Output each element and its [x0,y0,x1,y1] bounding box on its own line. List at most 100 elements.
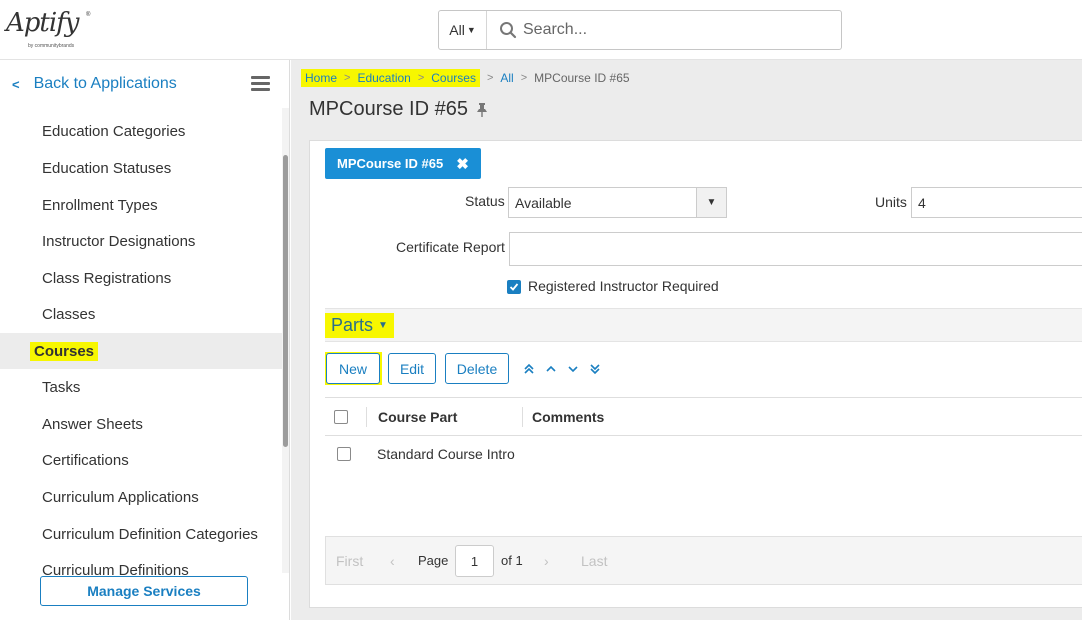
breadcrumb-current: MPCourse ID #65 [534,71,630,85]
breadcrumb-highlight: Home > Education > Courses [301,69,480,87]
chevron-right-icon: > [520,72,528,84]
move-down-icon[interactable] [567,363,579,375]
sidebar-item-label: Certifications [42,451,129,469]
page-title: MPCourse ID #65 [309,98,488,121]
breadcrumb: Home > Education > Courses > All > MPCou… [301,69,630,87]
caret-down-icon: ▼ [466,25,476,35]
status-label: Status [465,193,505,209]
column-divider [366,407,367,427]
chevron-right-icon: > [417,72,425,84]
new-button[interactable]: New [326,353,380,384]
search-input[interactable] [523,17,823,43]
sidebar-item-answer-sheets[interactable]: Answer Sheets [0,406,282,442]
aptify-logo[interactable]: Aptify ® by communitybrands [6,8,96,52]
pager-first[interactable]: First [336,553,363,569]
global-search: All ▼ [438,10,842,50]
sidebar-item-curriculum-applications[interactable]: Curriculum Applications [0,479,282,515]
column-header-course-part[interactable]: Course Part [378,409,457,425]
record-tab[interactable]: MPCourse ID #65 ✖ [325,148,481,179]
breadcrumb-home[interactable]: Home [305,71,337,85]
sidebar-item-label: Curriculum Definitions [42,561,189,578]
sidebar-item-certifications[interactable]: Certifications [0,442,282,478]
chevron-right-icon: > [486,72,494,84]
sidebar-item-instructor-designations[interactable]: Instructor Designations [0,223,282,259]
units-input[interactable]: 4 [911,187,1082,218]
sidebar-item-classes[interactable]: Classes [0,296,282,332]
sidebar-item-education-statuses[interactable]: Education Statuses [0,150,282,186]
manage-services-button[interactable]: Manage Services [40,576,248,606]
search-scope-dropdown[interactable]: All ▼ [439,11,487,49]
sidebar-item-education-categories[interactable]: Education Categories [0,113,282,149]
edit-button[interactable]: Edit [388,353,436,384]
caret-down-icon: ▼ [378,320,388,331]
breadcrumb-education[interactable]: Education [357,71,410,85]
column-divider [522,407,523,427]
search-scope-label: All [449,22,465,38]
page-title-text: MPCourse ID #65 [309,98,468,120]
sidebar-item-label: Classes [42,305,96,323]
caret-down-icon: ▼ [696,188,726,217]
sidebar-scrollbar-thumb[interactable] [283,155,288,447]
sidebar-item-label: Answer Sheets [42,415,143,433]
chevron-left-icon: < [12,76,20,92]
sidebar-nav-list: Education Categories Education Statuses … [0,112,282,577]
parts-toggle[interactable]: Parts ▼ [325,313,394,338]
parts-grid-header: Course Part Comments [325,397,1082,436]
sidebar-item-label: Education Categories [42,122,186,140]
app-header: Aptify ® by communitybrands All ▼ [0,0,1082,60]
chevron-right-icon: > [344,72,351,84]
status-select[interactable]: Available ▼ [508,187,727,218]
parts-section-header: Parts ▼ [325,308,1082,342]
move-top-icon[interactable] [523,363,535,375]
certificate-report-label: Certificate Report [396,239,505,255]
pager-prev-icon[interactable]: ‹ [390,553,395,569]
close-icon[interactable]: ✖ [456,155,469,173]
record-panel: MPCourse ID #65 ✖ Status Available ▼ Uni… [309,140,1082,608]
sidebar-item-tasks[interactable]: Tasks [0,369,282,405]
course-part-cell: Standard Course Intro [377,446,515,462]
search-icon [500,22,517,39]
sidebar-item-class-registrations[interactable]: Class Registrations [0,260,282,296]
sidebar-item-label: Tasks [42,378,81,396]
hamburger-menu-icon[interactable] [251,76,271,92]
page-number-input[interactable]: 1 [455,545,494,577]
sidebar-item-curriculum-definitions[interactable]: Curriculum Definitions [0,552,282,578]
main-content: Home > Education > Courses > All > MPCou… [291,60,1082,620]
sidebar-item-label: Curriculum Applications [42,488,199,506]
pin-icon[interactable] [476,102,488,117]
registered-instructor-label: Registered Instructor Required [528,278,719,294]
sidebar-item-label: Courses [30,341,99,361]
pager-of-label: of 1 [501,553,523,568]
sidebar-item-label: Curriculum Definition Categories [42,525,258,543]
breadcrumb-courses[interactable]: Courses [431,71,476,85]
pager: First ‹ Page 1 of 1 › Last [325,536,1082,585]
checkmark-icon [509,283,519,291]
status-value: Available [515,194,572,211]
pager-next-icon[interactable]: › [544,553,549,569]
breadcrumb-all[interactable]: All [500,71,513,85]
registered-instructor-checkbox[interactable] [507,280,521,294]
logo-trademark: ® [86,12,91,18]
pager-page-label: Page [418,553,449,568]
pager-last[interactable]: Last [581,553,607,569]
sidebar-item-enrollment-types[interactable]: Enrollment Types [0,187,282,223]
row-checkbox[interactable] [337,447,351,461]
sidebar-item-label: Instructor Designations [42,232,196,250]
logo-subtitle: by communitybrands [28,43,75,49]
back-to-applications-link[interactable]: < Back to Applications [12,74,177,94]
move-bottom-icon[interactable] [589,363,601,375]
select-all-checkbox[interactable] [334,410,348,424]
sidebar-item-label: Class Registrations [42,269,172,287]
logo-text: Aptify [6,8,79,38]
parts-title-text: Parts [331,315,374,335]
sidebar-item-label: Enrollment Types [42,196,158,214]
sidebar-item-courses[interactable]: Courses [0,333,282,369]
column-header-comments[interactable]: Comments [532,409,604,425]
move-up-icon[interactable] [545,363,557,375]
back-link-label: Back to Applications [33,75,177,92]
delete-button[interactable]: Delete [445,353,509,384]
sidebar-item-label: Education Statuses [42,159,172,177]
units-label: Units [875,194,907,210]
certificate-report-input[interactable] [509,232,1082,266]
sidebar-item-curriculum-definition-categories[interactable]: Curriculum Definition Categories [0,516,282,552]
